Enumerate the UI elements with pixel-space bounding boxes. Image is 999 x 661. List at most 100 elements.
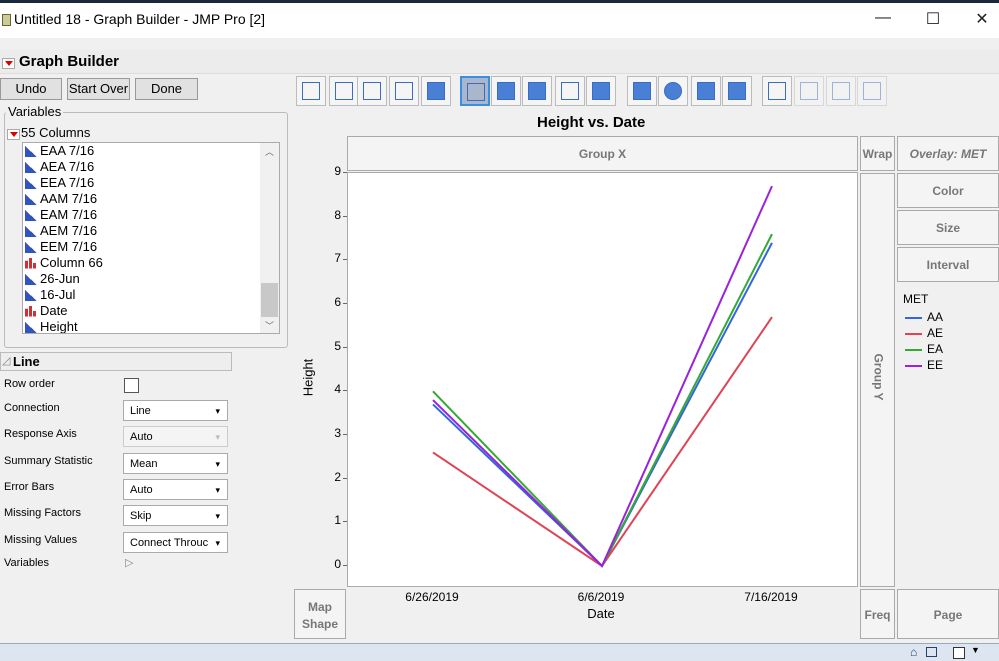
treemap-chart-button[interactable] xyxy=(691,76,721,106)
continuous-column-icon xyxy=(25,145,37,157)
series-line-ea[interactable] xyxy=(432,233,773,568)
plot-area[interactable] xyxy=(347,172,858,587)
scroll-up-icon[interactable]: ︿ xyxy=(265,145,274,158)
interval-zone[interactable]: Interval xyxy=(897,247,999,282)
box-plot-chart-button[interactable] xyxy=(555,76,585,106)
map-shapes-chart-button[interactable] xyxy=(826,76,856,106)
series-line-ee[interactable] xyxy=(432,185,773,568)
line-chart-button[interactable] xyxy=(460,76,490,106)
series-line-ae[interactable] xyxy=(432,316,773,568)
overlay-zone[interactable]: Overlay: MET xyxy=(897,136,999,171)
legend-item[interactable]: EA xyxy=(927,342,943,356)
heatmap-chart-button[interactable] xyxy=(627,76,657,106)
maximize-button[interactable]: ☐ xyxy=(918,9,948,29)
column-name: EAM 7/16 xyxy=(40,207,98,222)
column-list[interactable]: EAA 7/16 AEA 7/16 EEA 7/16 AAM 7/16 EAM 7/16… xyxy=(22,142,280,334)
column-item[interactable]: AAM 7/16 xyxy=(23,191,279,207)
expand-variables-icon[interactable]: ▷ xyxy=(125,556,133,569)
column-item[interactable]: Date xyxy=(23,303,279,319)
page-zone[interactable]: Page xyxy=(897,589,999,639)
x-tick-label: 6/6/2019 xyxy=(577,590,625,604)
pie-icon xyxy=(664,82,682,100)
column-item[interactable]: Column 66 xyxy=(23,255,279,271)
group-x-zone[interactable]: Group X xyxy=(347,136,858,171)
line-panel-header[interactable]: ◿ Line xyxy=(0,352,232,371)
group-y-zone[interactable]: Group Y xyxy=(860,173,895,587)
map-shape-zone[interactable]: Map Shape xyxy=(294,589,346,639)
size-zone[interactable]: Size xyxy=(897,210,999,245)
undo-button[interactable]: Undo xyxy=(0,78,62,100)
column-item[interactable]: EEA 7/16 xyxy=(23,175,279,191)
close-button[interactable]: ✕ xyxy=(967,9,997,29)
formula-chart-button[interactable] xyxy=(794,76,824,106)
column-item[interactable]: AEM 7/16 xyxy=(23,223,279,239)
option-label: Missing Values xyxy=(4,533,78,546)
minimize-button[interactable]: — xyxy=(868,9,898,27)
window-list-icon[interactable] xyxy=(926,647,937,657)
column-item[interactable]: AEA 7/16 xyxy=(23,159,279,175)
option-label: Missing Factors xyxy=(4,507,82,520)
color-zone[interactable]: Color xyxy=(897,173,999,208)
bar-chart-button[interactable] xyxy=(491,76,521,106)
window-select-icon[interactable] xyxy=(953,647,965,659)
column-item[interactable]: EEM 7/16 xyxy=(23,239,279,255)
option-value: Mean xyxy=(130,457,158,470)
start-over-button[interactable]: Start Over xyxy=(67,78,130,100)
collapse-icon[interactable]: ◿ xyxy=(2,354,10,367)
points-chart-button[interactable] xyxy=(296,76,326,106)
contour-chart-button[interactable] xyxy=(421,76,451,106)
series-line-aa[interactable] xyxy=(432,242,773,568)
legend-item[interactable]: EE xyxy=(927,358,943,372)
column-item[interactable]: 16-Jul xyxy=(23,287,279,303)
graph-builder-header: Graph Builder xyxy=(0,50,999,74)
area-chart-button[interactable] xyxy=(522,76,552,106)
line-of-fit-icon xyxy=(363,82,381,100)
y-axis-label[interactable]: Height xyxy=(301,348,316,408)
y-tick-label: 9 xyxy=(334,164,341,178)
chevron-down-icon: ▾ xyxy=(215,406,220,416)
done-button[interactable]: Done xyxy=(135,78,198,100)
legend-swatch xyxy=(905,365,922,367)
points-icon xyxy=(302,82,320,100)
home-icon[interactable]: ⌂ xyxy=(910,645,917,659)
list-scrollbar[interactable]: ︿ ﹀ xyxy=(260,143,279,333)
legend-title: MET xyxy=(903,292,929,306)
freq-zone[interactable]: Freq xyxy=(860,589,895,639)
column-name: AEA 7/16 xyxy=(40,159,95,174)
y-tick-label: 2 xyxy=(334,469,341,484)
column-item[interactable]: Height xyxy=(23,319,279,333)
option-select[interactable]: Skip ▾ xyxy=(123,505,228,527)
histogram-chart-button[interactable] xyxy=(586,76,616,106)
pie-chart-button[interactable] xyxy=(658,76,688,106)
parallel-chart-button[interactable] xyxy=(857,76,887,106)
column-name: 26-Jun xyxy=(40,271,80,286)
row-order-checkbox[interactable] xyxy=(124,378,139,393)
area-icon xyxy=(528,82,546,100)
column-item[interactable]: EAM 7/16 xyxy=(23,207,279,223)
column-item[interactable]: EAA 7/16 xyxy=(23,143,279,159)
option-select[interactable]: Line ▾ xyxy=(123,400,228,421)
option-select[interactable]: Connect Throuc ▾ xyxy=(123,531,228,553)
option-select[interactable]: Auto ▾ xyxy=(123,478,228,500)
column-name: EAA 7/16 xyxy=(40,143,95,158)
legend-item[interactable]: AE xyxy=(927,326,943,340)
caption-box-chart-button[interactable] xyxy=(762,76,792,106)
ellipse-chart-button[interactable] xyxy=(389,76,419,106)
smoother-chart-button[interactable] xyxy=(329,76,359,106)
mosaic-chart-button[interactable] xyxy=(722,76,752,106)
disclosure-menu-icon[interactable] xyxy=(2,58,15,70)
scroll-down-icon[interactable]: ﹀ xyxy=(265,319,274,332)
line-of-fit-chart-button[interactable] xyxy=(357,76,387,106)
y-tick-label: 6 xyxy=(334,295,341,309)
legend-item[interactable]: AA xyxy=(927,310,943,324)
columns-menu-icon[interactable] xyxy=(7,129,20,141)
option-value: Line xyxy=(130,405,151,417)
wrap-zone[interactable]: Wrap xyxy=(860,136,895,171)
chevron-down-icon[interactable]: ▼ xyxy=(971,645,980,655)
variables-option-label: Variables xyxy=(4,557,50,569)
scroll-thumb[interactable] xyxy=(261,283,278,317)
nominal-column-icon xyxy=(25,257,37,269)
x-axis-label[interactable]: Date xyxy=(578,606,624,621)
option-select[interactable]: Mean ▾ xyxy=(123,452,228,474)
column-item[interactable]: 26-Jun xyxy=(23,271,279,287)
